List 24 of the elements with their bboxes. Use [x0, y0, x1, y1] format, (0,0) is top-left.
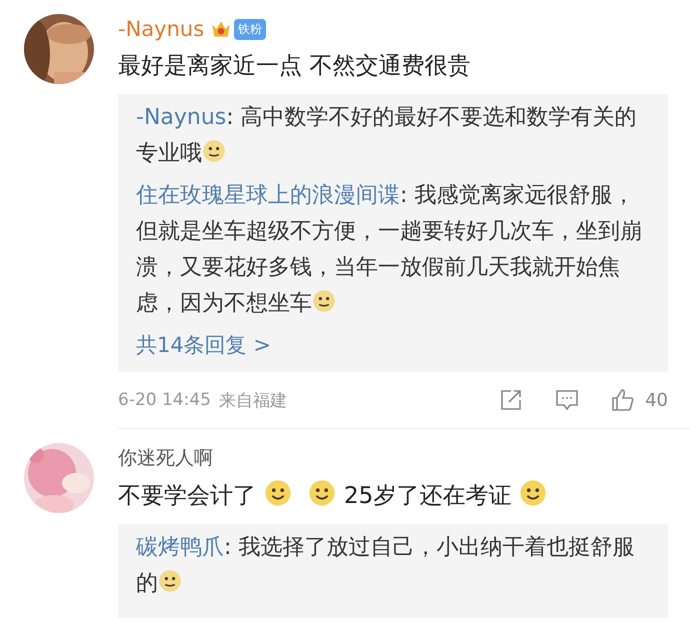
comment-text: 最好是离家近一点 不然交通费很贵 — [118, 52, 472, 81]
comment-text: 不要学会计了 25岁了还在考证 — [118, 479, 668, 512]
reply-text: 住在玫瑰星球上的浪漫间谍: 我感觉离家远很舒服，但就是坐车超级不方便，一趟要转好几次车，坐到崩溃，又要花好多钱，当年一放假前几天我就开始焦虑，因为不想坐车 — [136, 182, 643, 318]
comment-location: 来自福建 — [218, 390, 287, 412]
share-icon[interactable] — [499, 388, 524, 412]
like-count: 40 — [645, 390, 668, 410]
reply-text: 碳烤鸭爪: 我选择了放过自己，小出纳干着也挺舒服的 — [136, 534, 636, 598]
reply-author-link[interactable]: 碳烤鸭爪 — [136, 535, 224, 560]
emoji-icon — [519, 479, 548, 507]
reply-author-link[interactable]: 住在玫瑰星球上的浪漫间谍 — [136, 183, 400, 208]
fan-badge: 铁粉 — [234, 18, 266, 40]
emoji-icon — [312, 289, 336, 313]
reply-text: -Naynus: 高中数学不好的最好不要选和数学有关的专业哦 — [136, 104, 638, 168]
emoji-icon — [308, 479, 336, 507]
like-icon[interactable] — [611, 388, 636, 412]
comment-time: 6-20 14:45 — [118, 390, 211, 410]
emoji-icon — [264, 479, 292, 507]
username[interactable]: -Naynus — [118, 17, 204, 41]
username[interactable]: 你迷死人啊 — [118, 445, 213, 471]
more-replies-link[interactable]: 共14条回复 > — [136, 328, 650, 362]
emoji-icon — [202, 139, 226, 163]
comment-icon[interactable] — [555, 388, 580, 412]
reply-author-link[interactable]: -Naynus — [136, 105, 226, 130]
emoji-icon — [158, 569, 182, 593]
